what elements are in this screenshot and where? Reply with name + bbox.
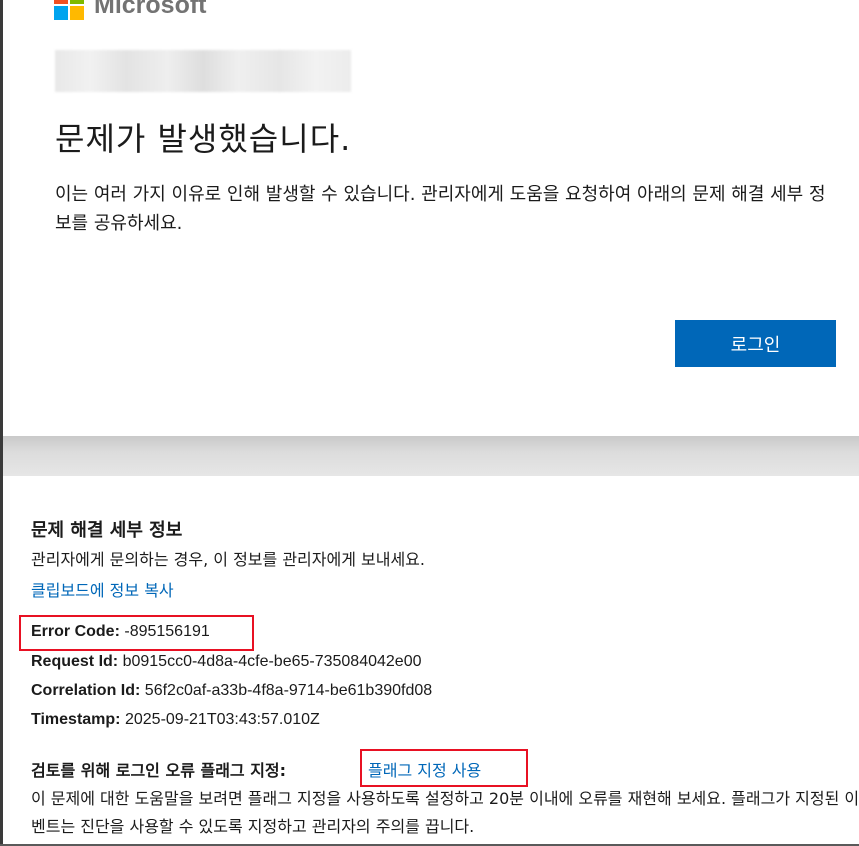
correlation-id-row: Correlation Id: 56f2c0af-a33b-4f8a-9714-… [31,682,432,700]
redacted-account-name [55,50,351,92]
signin-button[interactable]: 로그인 [675,320,836,367]
request-id-row: Request Id: b0915cc0-4d8a-4cfe-be65-7350… [31,653,422,671]
error-card: Microsoft 문제가 발생했습니다. 이는 여러 가지 이유로 인해 발생… [3,0,859,436]
flag-link-highlight-box [360,749,528,787]
field-label: Timestamp: [31,711,121,728]
field-value: 56f2c0af-a33b-4f8a-9714-be61b390fd08 [144,682,433,699]
timestamp-row: Timestamp: 2025-09-21T03:43:57.010Z [31,711,320,729]
logo-yellow-square [70,6,84,20]
troubleshooting-details: 문제 해결 세부 정보 관리자에게 문의하는 경우, 이 정보를 관리자에게 보… [3,476,859,846]
logo-wordmark: Microsoft [94,0,207,19]
error-description: 이는 여러 가지 이유로 인해 발생할 수 있습니다. 관리자에게 도움을 요청… [55,184,826,234]
field-value: 2025-09-21T03:43:57.010Z [124,711,320,728]
flag-label: 검토를 위해 로그인 오류 플래그 지정: [31,761,287,780]
microsoft-logo-icon [54,0,84,20]
section-divider-band [3,436,859,476]
copy-to-clipboard-link[interactable]: 클립보드에 정보 복사 [31,577,174,601]
flag-description: 이 문제에 대한 도움말을 보려면 플래그 지정을 사용하도록 설정하고 20분… [31,789,859,836]
microsoft-logo: Microsoft [54,0,207,22]
details-title: 문제 해결 세부 정보 [31,520,183,541]
details-subtitle: 관리자에게 문의하는 경우, 이 정보를 관리자에게 보내세요. [31,550,425,569]
field-label: Request Id: [31,653,119,670]
logo-green-square [70,0,84,4]
field-label: Correlation Id: [31,682,141,699]
field-value: b0915cc0-4d8a-4cfe-be65-735084042e00 [122,653,422,670]
error-code-highlight-box [19,615,254,651]
logo-blue-square [54,6,68,20]
page-title: 문제가 발생했습니다. [55,120,352,158]
logo-red-square [54,0,68,4]
